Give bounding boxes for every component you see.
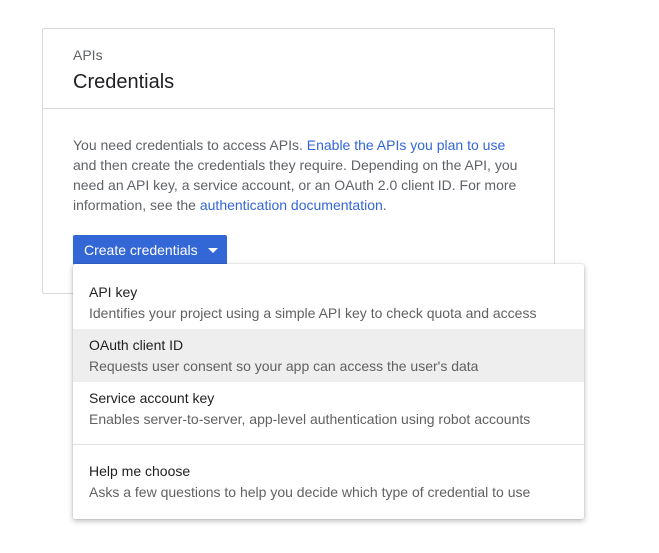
create-credentials-button[interactable]: Create credentials <box>73 235 227 265</box>
menu-item-oauth-client-id[interactable]: OAuth client ID Requests user consent so… <box>73 329 584 382</box>
menu-item-title: OAuth client ID <box>89 337 184 353</box>
breadcrumb: APIs <box>73 47 103 63</box>
create-credentials-menu: API key Identifies your project using a … <box>73 264 584 519</box>
menu-item-title: Service account key <box>89 390 215 406</box>
menu-item-api-key[interactable]: API key Identifies your project using a … <box>73 276 584 329</box>
description-text-1: You need credentials to access APIs. <box>73 137 307 153</box>
menu-item-title: API key <box>89 284 138 300</box>
authentication-docs-link[interactable]: authentication documentation <box>200 197 383 213</box>
menu-item-description: Identifies your project using a simple A… <box>89 305 537 321</box>
menu-item-title: Help me choose <box>89 463 191 479</box>
card-header: APIs Credentials <box>43 29 554 109</box>
menu-divider <box>73 444 584 445</box>
description-text-3: . <box>382 197 387 213</box>
menu-item-description: Requests user consent so your app can ac… <box>89 358 479 374</box>
credentials-card: APIs Credentials You need credentials to… <box>42 28 555 294</box>
caret-down-icon <box>207 248 218 253</box>
enable-apis-link[interactable]: Enable the APIs you plan to use <box>307 137 505 153</box>
menu-item-description: Enables server-to-server, app-level auth… <box>89 411 531 427</box>
card-body: You need credentials to access APIs. Ena… <box>43 109 554 215</box>
credentials-page: APIs Credentials You need credentials to… <box>0 0 659 553</box>
menu-item-description: Asks a few questions to help you decide … <box>89 484 531 500</box>
page-title: Credentials <box>73 71 175 93</box>
credentials-description: You need credentials to access APIs. Ena… <box>73 135 519 215</box>
menu-item-service-account-key[interactable]: Service account key Enables server-to-se… <box>73 382 584 435</box>
menu-item-help-me-choose[interactable]: Help me choose Asks a few questions to h… <box>73 455 584 508</box>
create-credentials-label: Create credentials <box>84 242 198 258</box>
